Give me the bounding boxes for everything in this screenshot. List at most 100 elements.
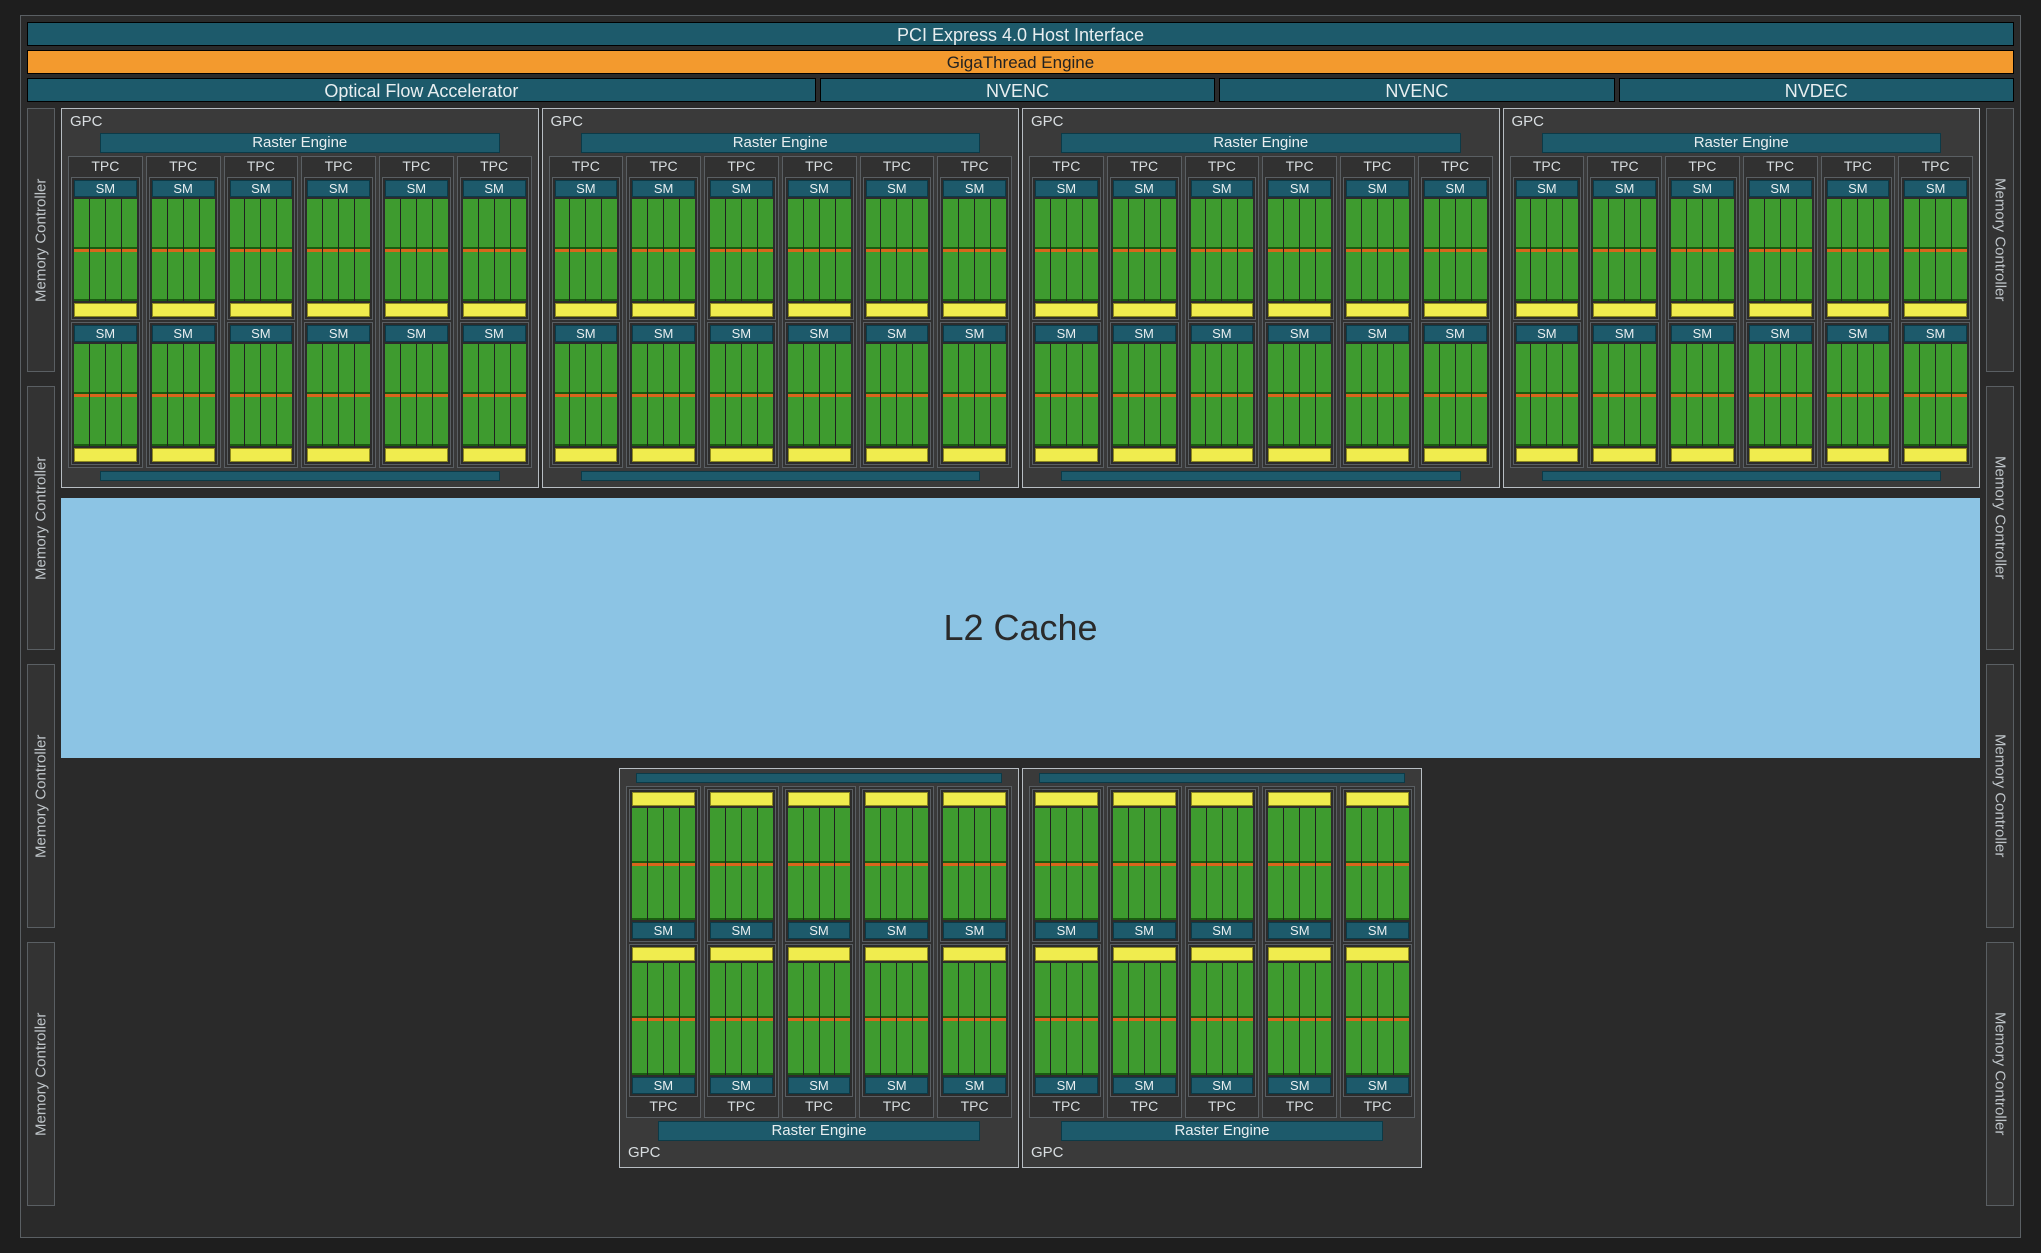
sm-cores bbox=[74, 344, 137, 446]
tpc-label: TPC bbox=[1265, 159, 1334, 175]
sm-cache bbox=[230, 448, 293, 462]
sm-cores bbox=[1268, 808, 1331, 920]
sm-cores bbox=[865, 963, 928, 1075]
sm-cores bbox=[632, 199, 695, 301]
sm-cache bbox=[943, 303, 1006, 317]
sm-cores bbox=[307, 344, 370, 446]
tpc-label: TPC bbox=[1343, 1099, 1412, 1115]
sm-cache bbox=[1191, 448, 1254, 462]
sm-label: SM bbox=[1346, 1077, 1409, 1094]
sm-block: SM bbox=[460, 322, 529, 465]
sm-cache bbox=[1268, 448, 1331, 462]
sm-cache bbox=[1035, 947, 1098, 961]
sm-cache bbox=[865, 792, 928, 806]
sm-block: SM bbox=[382, 177, 451, 320]
sm-cache bbox=[152, 303, 215, 317]
sm-cache bbox=[710, 947, 773, 961]
sm-block: SM bbox=[629, 177, 698, 320]
sm-cache bbox=[307, 303, 370, 317]
sm-label: SM bbox=[710, 325, 773, 342]
tpc-label: TPC bbox=[227, 159, 296, 175]
sm-cache bbox=[1904, 303, 1967, 317]
sm-label: SM bbox=[1346, 325, 1409, 342]
sm-block: SM bbox=[1746, 177, 1815, 320]
tpc-row: TPCSMSMTPCSMSMTPCSMSMTPCSMSMTPCSMSMTPCSM… bbox=[1510, 156, 1974, 468]
sm-cores bbox=[788, 963, 851, 1075]
tpc-label: TPC bbox=[1421, 159, 1490, 175]
tpc-label: TPC bbox=[71, 159, 140, 175]
sm-cores bbox=[710, 963, 773, 1075]
tpc-block: TPCSMSM bbox=[1898, 156, 1973, 468]
sm-cores bbox=[1035, 344, 1098, 446]
sm-cache bbox=[632, 947, 695, 961]
tpc-block: TPCSMSM bbox=[1185, 786, 1260, 1118]
tpc-block: TPCSMSM bbox=[937, 786, 1012, 1118]
tpc-label: TPC bbox=[863, 159, 932, 175]
sm-cores bbox=[1035, 963, 1098, 1075]
sm-block: SM bbox=[1590, 177, 1659, 320]
gpc-block: GPCRaster EngineTPCSMSMTPCSMSMTPCSMSMTPC… bbox=[1022, 768, 1422, 1168]
sm-block: SM bbox=[862, 944, 931, 1097]
sm-block: SM bbox=[149, 177, 218, 320]
sm-block: SM bbox=[1265, 177, 1334, 320]
sm-block: SM bbox=[1668, 177, 1737, 320]
sm-label: SM bbox=[1749, 325, 1812, 342]
tpc-label: TPC bbox=[1110, 1099, 1179, 1115]
sm-cache bbox=[1516, 303, 1579, 317]
sm-cores bbox=[1113, 963, 1176, 1075]
tpc-row: TPCSMSMTPCSMSMTPCSMSMTPCSMSMTPCSMSMTPCSM… bbox=[1029, 156, 1493, 468]
sm-label: SM bbox=[307, 325, 370, 342]
sm-label: SM bbox=[1827, 325, 1890, 342]
sm-cache bbox=[385, 448, 448, 462]
sm-block: SM bbox=[1188, 789, 1257, 942]
tpc-block: TPCSMSM bbox=[1262, 156, 1337, 468]
sm-cores bbox=[788, 808, 851, 920]
sm-cache bbox=[230, 303, 293, 317]
gpc-interconnect bbox=[1542, 471, 1942, 481]
sm-label: SM bbox=[632, 180, 695, 197]
sm-label: SM bbox=[385, 180, 448, 197]
sm-label: SM bbox=[1516, 325, 1579, 342]
sm-cores bbox=[1516, 199, 1579, 301]
sm-label: SM bbox=[788, 1077, 851, 1094]
sm-block: SM bbox=[940, 944, 1009, 1097]
sm-cores bbox=[1671, 344, 1734, 446]
gpc-label: GPC bbox=[549, 113, 1013, 130]
sm-cache bbox=[1346, 947, 1409, 961]
sm-block: SM bbox=[785, 789, 854, 942]
sm-label: SM bbox=[943, 922, 1006, 939]
tpc-label: TPC bbox=[707, 1099, 776, 1115]
tpc-block: TPCSMSM bbox=[68, 156, 143, 468]
sm-cache bbox=[788, 947, 851, 961]
sm-block: SM bbox=[1668, 322, 1737, 465]
sm-cores bbox=[1424, 344, 1487, 446]
sm-block: SM bbox=[707, 789, 776, 942]
sm-block: SM bbox=[1421, 322, 1490, 465]
sm-block: SM bbox=[382, 322, 451, 465]
sm-cores bbox=[943, 199, 1006, 301]
tpc-label: TPC bbox=[785, 159, 854, 175]
gpc-label: GPC bbox=[1029, 113, 1493, 130]
sm-label: SM bbox=[385, 325, 448, 342]
sm-label: SM bbox=[1035, 180, 1098, 197]
sm-cache bbox=[1827, 303, 1890, 317]
sm-label: SM bbox=[632, 922, 695, 939]
sm-block: SM bbox=[1590, 322, 1659, 465]
nvenc-block-1: NVENC bbox=[1219, 78, 1614, 102]
tpc-label: TPC bbox=[1668, 159, 1737, 175]
sm-cores bbox=[632, 963, 695, 1075]
sm-block: SM bbox=[707, 177, 776, 320]
tpc-block: TPCSMSM bbox=[782, 156, 857, 468]
sm-label: SM bbox=[1191, 180, 1254, 197]
sm-cache bbox=[1593, 303, 1656, 317]
tpc-label: TPC bbox=[1110, 159, 1179, 175]
sm-block: SM bbox=[149, 322, 218, 465]
sm-cache bbox=[1191, 303, 1254, 317]
sm-cores bbox=[1113, 199, 1176, 301]
sm-cache bbox=[632, 303, 695, 317]
sm-cache bbox=[1671, 448, 1734, 462]
sm-cache bbox=[463, 448, 526, 462]
sm-cache bbox=[1191, 792, 1254, 806]
memory-controller-column-left: Memory ControllerMemory ControllerMemory… bbox=[27, 108, 55, 1206]
gpc-row-top: GPCRaster EngineTPCSMSMTPCSMSMTPCSMSMTPC… bbox=[61, 108, 1980, 488]
